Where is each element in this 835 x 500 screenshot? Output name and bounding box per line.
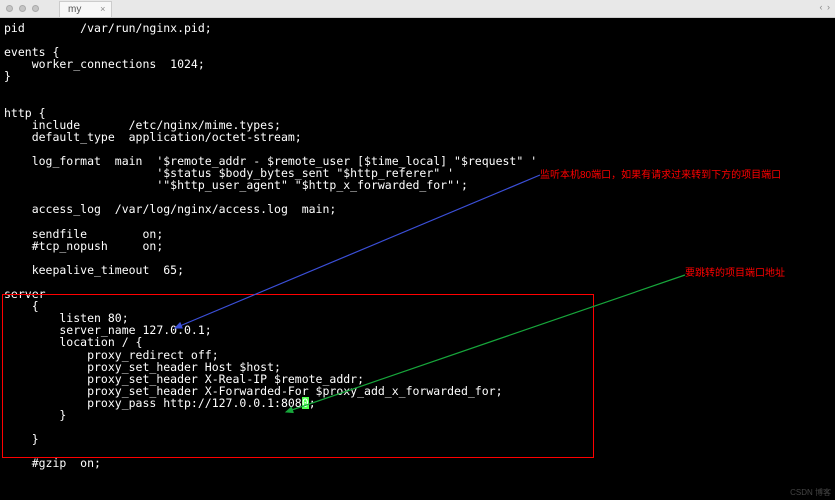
tab-label: my	[68, 4, 81, 15]
terminal-viewport[interactable]: pid /var/run/nginx.pid; events { worker_…	[0, 18, 835, 500]
code-content[interactable]: pid /var/run/nginx.pid; events { worker_…	[4, 22, 831, 469]
titlebar-right-controls[interactable]: ‹ ›	[820, 2, 832, 12]
close-icon[interactable]: ×	[100, 4, 105, 14]
annotation-listen-port: 监听本机80端口，如果有请求过来转到下方的项目端口	[540, 166, 781, 181]
watermark: CSDN 博客	[790, 487, 831, 498]
editor-window: my × ‹ › pid /var/run/nginx.pid; events …	[0, 0, 835, 500]
window-button[interactable]	[19, 5, 26, 12]
window-button[interactable]	[32, 5, 39, 12]
titlebar: my × ‹ ›	[0, 0, 835, 18]
annotation-proxy-target: 要跳转的项目端口地址	[685, 264, 785, 279]
tab-my[interactable]: my ×	[59, 1, 112, 17]
window-button[interactable]	[6, 5, 13, 12]
